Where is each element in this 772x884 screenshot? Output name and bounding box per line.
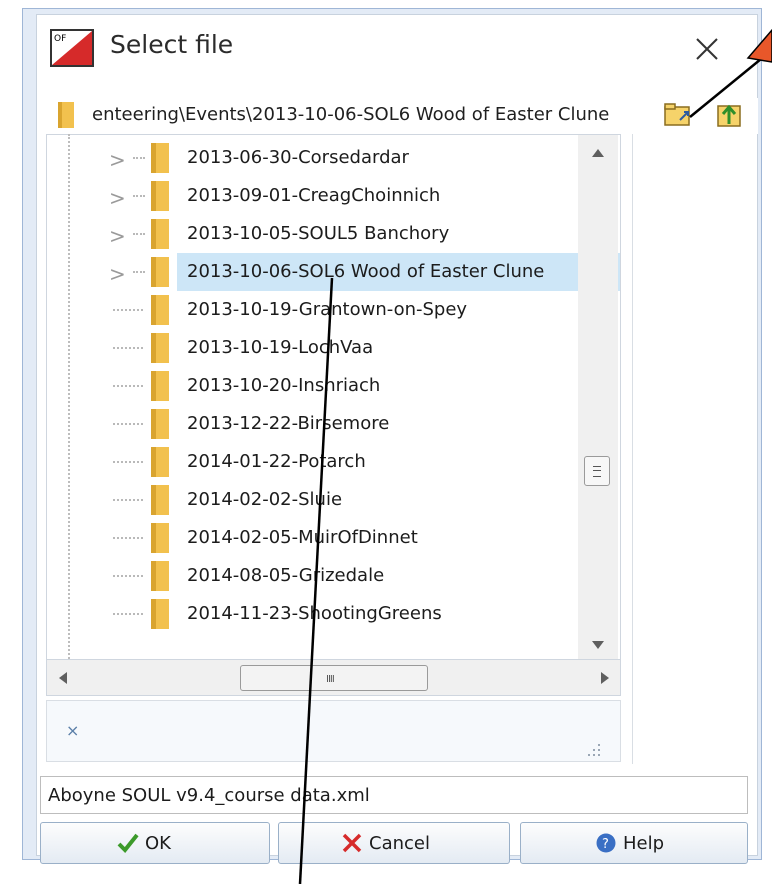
tree-item[interactable]: 2013-12-22-Birsemore: [47, 405, 620, 443]
close-icon[interactable]: [690, 32, 724, 66]
file-list-pane[interactable]: [632, 134, 751, 764]
tree-item-label[interactable]: 2013-10-05-SOUL5 Banchory: [187, 223, 449, 244]
current-path[interactable]: enteering\Events\2013-10-06-SOL6 Wood of…: [92, 104, 609, 125]
filename-value: Aboyne SOUL v9.4_course data.xml: [48, 785, 370, 806]
expand-chevron-icon[interactable]: >: [109, 262, 126, 286]
folder-icon: [151, 219, 169, 249]
filter-bar: [46, 700, 621, 762]
cancel-label: Cancel: [369, 833, 430, 854]
tree-connector: [113, 461, 143, 463]
svg-text:?: ?: [602, 837, 609, 852]
tree-item[interactable]: 2013-10-19-Grantown-on-Spey: [47, 291, 620, 329]
tree-connector: [133, 157, 145, 159]
folder-icon: [58, 102, 74, 128]
folder-icon: [151, 295, 169, 325]
tree-item-label[interactable]: 2014-02-05-MuirOfDinnet: [187, 527, 418, 548]
expand-chevron-icon[interactable]: >: [109, 224, 126, 248]
up-folder-icon[interactable]: [712, 100, 744, 130]
tree-item[interactable]: 2014-02-05-MuirOfDinnet: [47, 519, 620, 557]
vertical-scrollbar[interactable]: [578, 135, 618, 659]
tree-item[interactable]: 2013-10-20-Inshriach: [47, 367, 620, 405]
folder-icon: [151, 599, 169, 629]
tree-connector: [113, 499, 143, 501]
tree-connector: [113, 613, 143, 615]
tree-item-label[interactable]: 2013-09-01-CreagChoinnich: [187, 185, 440, 206]
tree-item[interactable]: 2013-10-19-LochVaa: [47, 329, 620, 367]
folder-icon: [151, 371, 169, 401]
scroll-right-icon[interactable]: [600, 671, 610, 685]
tree-item-label[interactable]: 2013-10-19-LochVaa: [187, 337, 373, 358]
tree-connector: [113, 423, 143, 425]
svg-text:OF: OF: [54, 34, 66, 44]
folder-icon: [151, 523, 169, 553]
tree-item-label[interactable]: 2013-12-22-Birsemore: [187, 413, 389, 434]
open-folder-icon[interactable]: [662, 100, 694, 130]
tree-item-label[interactable]: 2014-08-05-Grizedale: [187, 565, 384, 586]
help-icon: ?: [596, 833, 616, 853]
tree-item-label[interactable]: 2013-10-06-SOL6 Wood of Easter Clune: [183, 259, 549, 284]
tree-item[interactable]: > 2013-10-05-SOUL5 Banchory: [47, 215, 620, 253]
tree-connector: [113, 385, 143, 387]
tree-item[interactable]: 2014-08-05-Grizedale: [47, 557, 620, 595]
scroll-left-icon[interactable]: [58, 671, 68, 685]
vertical-scroll-thumb[interactable]: [584, 456, 610, 486]
ok-label: OK: [145, 833, 171, 854]
tree-item[interactable]: 2014-11-23-ShootingGreens: [47, 595, 620, 633]
folder-tree[interactable]: > 2013-06-30-Corsedardar > 2013-09-01-Cr…: [46, 134, 621, 660]
folder-icon: [151, 447, 169, 477]
tree-connector: [113, 537, 143, 539]
tree-guide-line: [68, 134, 70, 659]
folder-icon: [151, 485, 169, 515]
checkmark-icon: [117, 833, 139, 853]
grip-icon: [593, 466, 601, 477]
help-button[interactable]: ? Help: [520, 822, 748, 864]
folder-icon: [151, 561, 169, 591]
tree-item-label[interactable]: 2014-02-02-Sluie: [187, 489, 342, 510]
horizontal-scroll-thumb[interactable]: IIII: [240, 665, 428, 691]
tree-connector: [133, 271, 145, 273]
scroll-up-icon[interactable]: [591, 148, 605, 158]
grip-label: IIII: [326, 674, 335, 685]
app-logo-icon: OF: [50, 29, 94, 67]
tree-connector: [133, 195, 145, 197]
tree-connector: [113, 309, 143, 311]
folder-icon: [151, 333, 169, 363]
cancel-x-icon: [342, 833, 362, 853]
expand-chevron-icon[interactable]: >: [109, 148, 126, 172]
folder-icon: [151, 257, 169, 287]
tree-connector: [113, 575, 143, 577]
clear-filter-icon[interactable]: ×: [66, 721, 79, 740]
tree-item[interactable]: 2014-01-22-Potarch: [47, 443, 620, 481]
tree-item-label[interactable]: 2013-10-20-Inshriach: [187, 375, 380, 396]
scroll-down-icon[interactable]: [591, 640, 605, 650]
tree-item-selected[interactable]: > 2013-10-06-SOL6 Wood of Easter Clune: [47, 253, 620, 291]
tree-item[interactable]: > 2013-09-01-CreagChoinnich: [47, 177, 620, 215]
tree-item-label[interactable]: 2013-06-30-Corsedardar: [187, 147, 409, 168]
expand-chevron-icon[interactable]: >: [109, 186, 126, 210]
cancel-button[interactable]: Cancel: [278, 822, 510, 864]
tree-connector: [113, 347, 143, 349]
folder-icon: [151, 409, 169, 439]
ok-button[interactable]: OK: [40, 822, 270, 864]
tree-item-label[interactable]: 2014-01-22-Potarch: [187, 451, 366, 472]
folder-icon: [151, 181, 169, 211]
tree-item[interactable]: 2014-02-02-Sluie: [47, 481, 620, 519]
tree-connector: [133, 233, 145, 235]
tree-item-label[interactable]: 2014-11-23-ShootingGreens: [187, 603, 442, 624]
tree-item[interactable]: > 2013-06-30-Corsedardar: [47, 139, 620, 177]
dialog-title: Select file: [110, 30, 234, 59]
resize-grip-icon[interactable]: [588, 744, 600, 756]
tree-item-label[interactable]: 2013-10-19-Grantown-on-Spey: [187, 299, 467, 320]
help-label: Help: [623, 833, 665, 854]
folder-icon: [151, 143, 169, 173]
